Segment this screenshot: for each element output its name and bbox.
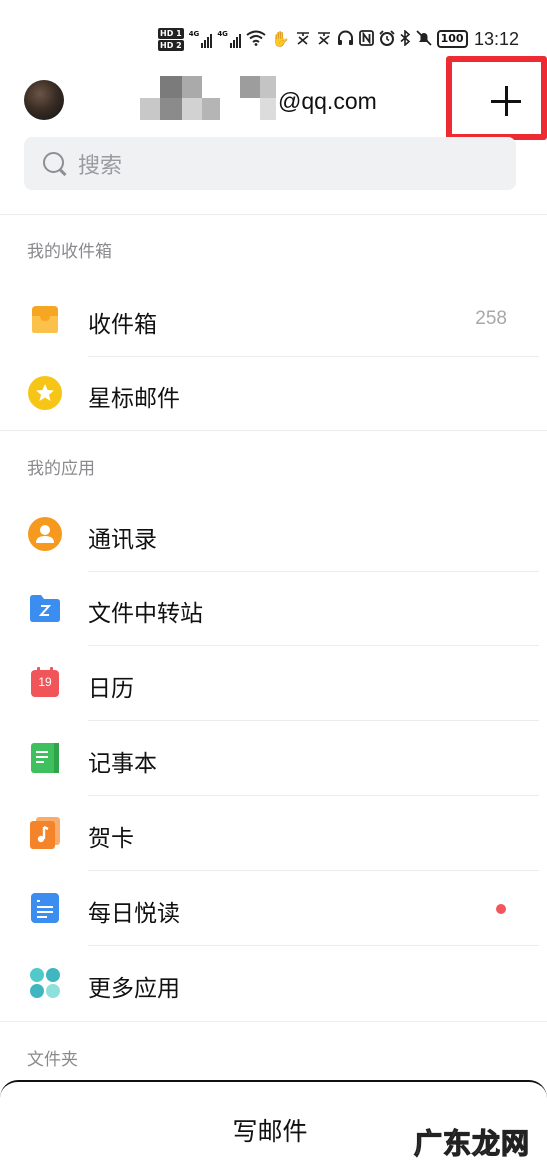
search-placeholder: 搜索	[78, 153, 123, 179]
signal-icon-2: 4G	[217, 30, 241, 48]
section-label-apps: 我的应用	[27, 459, 95, 479]
starred-label: 星标邮件	[88, 386, 180, 412]
section-label-folders: 文件夹	[27, 1050, 78, 1070]
mute-icon	[415, 29, 432, 49]
file-transfer-icon	[28, 591, 62, 625]
list-item-file-transfer[interactable]: 文件中转站	[0, 572, 547, 646]
notebook-icon	[28, 741, 62, 775]
section-label-mailbox: 我的收件箱	[27, 242, 112, 262]
inbox-icon	[28, 302, 62, 336]
divider	[0, 1021, 547, 1022]
list-item-more-apps[interactable]: 更多应用	[0, 947, 547, 1021]
hand-icon: ✋	[270, 29, 290, 48]
list-item-greeting-card[interactable]: 贺卡	[0, 797, 547, 871]
more-apps-label: 更多应用	[88, 976, 180, 1002]
wifi-icon	[246, 30, 266, 49]
nfc-icon	[358, 29, 374, 49]
hd2-badge: HD 2	[158, 39, 184, 51]
search-bar[interactable]: 搜索	[24, 137, 516, 190]
unread-dot	[496, 904, 506, 914]
contacts-label: 通讯录	[88, 527, 157, 553]
status-icons: HD 1 HD 2 4G 4G ✋ 100	[158, 24, 468, 54]
list-item-contacts[interactable]: 通讯录	[0, 498, 547, 572]
list-item-notebook[interactable]: 记事本	[0, 722, 547, 796]
sim-indicators: HD 1 HD 2	[158, 27, 184, 51]
star-icon	[28, 376, 62, 410]
list-item-inbox[interactable]: 收件箱 258	[0, 283, 547, 357]
inbox-label: 收件箱	[88, 312, 157, 338]
avatar[interactable]	[24, 80, 64, 120]
headphones-icon	[337, 30, 354, 49]
divider	[0, 214, 547, 215]
calendar-icon: 19	[28, 666, 62, 700]
notebook-label: 记事本	[88, 751, 157, 777]
calendar-day: 19	[38, 675, 52, 689]
hd1-badge: HD 1	[158, 27, 184, 39]
bluetooth-icon	[400, 28, 411, 49]
more-apps-icon	[28, 966, 62, 1000]
app-notification-icon-2	[316, 30, 332, 49]
add-button[interactable]	[488, 84, 524, 120]
file-transfer-label: 文件中转站	[88, 601, 203, 627]
inbox-count: 258	[475, 308, 507, 329]
app-notification-icon	[295, 30, 311, 49]
list-item-starred[interactable]: 星标邮件	[0, 357, 547, 431]
daily-reading-label: 每日悦读	[88, 901, 180, 927]
alarm-icon	[378, 29, 395, 49]
watermark: 广东龙网	[413, 1126, 531, 1160]
calendar-label: 日历	[88, 676, 134, 702]
greeting-card-icon	[28, 816, 62, 850]
battery-icon: 100	[436, 30, 468, 48]
daily-reading-icon	[28, 891, 62, 925]
list-item-daily-reading[interactable]: 每日悦读	[0, 872, 547, 946]
divider	[0, 430, 547, 431]
account-email[interactable]: @qq.com	[278, 88, 377, 115]
search-icon	[42, 151, 68, 177]
greeting-card-label: 贺卡	[88, 826, 134, 852]
contacts-icon	[28, 517, 62, 551]
clock: 13:12	[473, 29, 519, 49]
status-bar: HD 1 HD 2 4G 4G ✋ 100 13:12	[0, 0, 547, 62]
signal-icon: 4G	[189, 30, 213, 48]
list-item-calendar[interactable]: 19 日历	[0, 647, 547, 721]
